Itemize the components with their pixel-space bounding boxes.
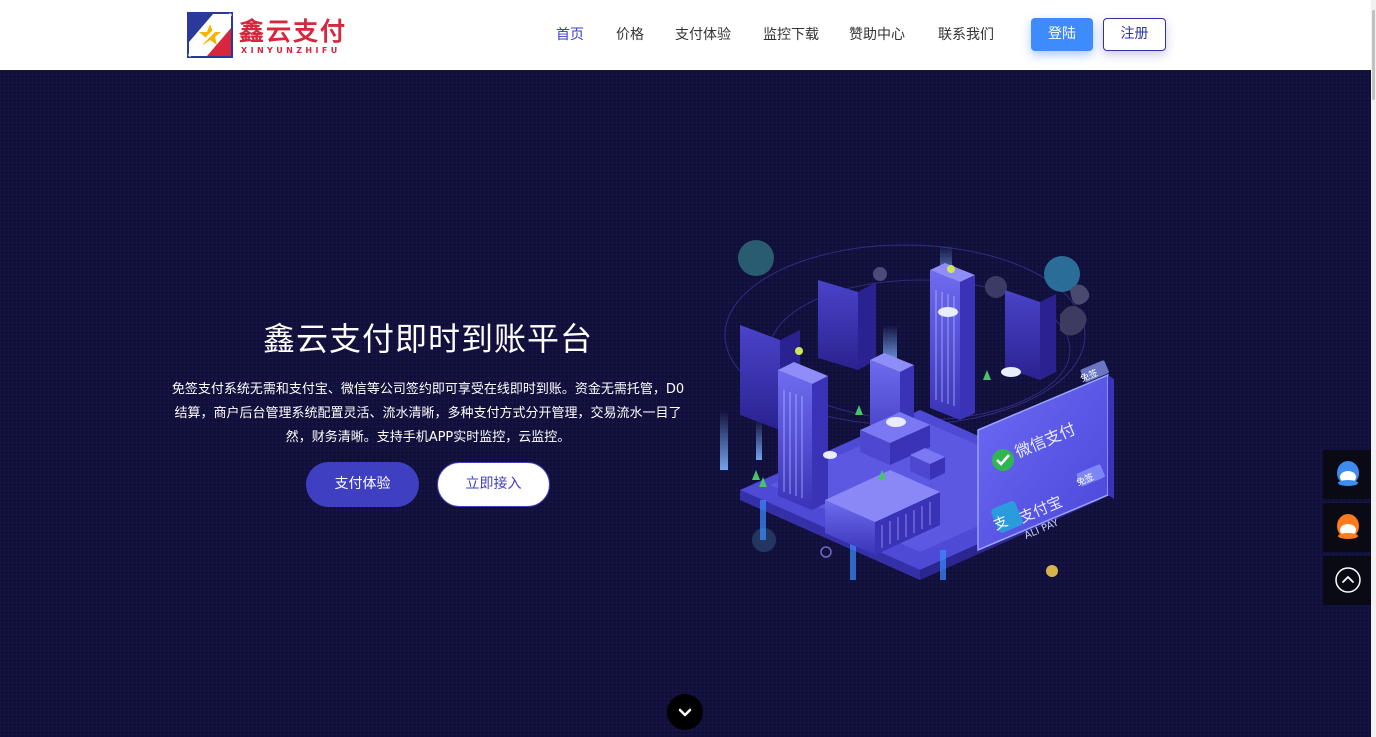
nav-monitor-download[interactable]: 监控下载 (763, 0, 819, 70)
payment-demo-button[interactable]: 支付体验 (306, 462, 419, 507)
logo-text-cn: 鑫云支付 (239, 17, 348, 46)
decor-coin (1046, 565, 1058, 577)
nav-home[interactable]: 首页 (556, 0, 584, 70)
qq-icon (1337, 514, 1359, 539)
chevron-down-icon (678, 708, 692, 717)
qq-contact-button-1[interactable] (1323, 450, 1373, 499)
register-button[interactable]: 注册 (1103, 18, 1166, 51)
nav-payment-demo[interactable]: 支付体验 (675, 0, 731, 70)
logo-mark-icon (187, 12, 233, 58)
back-to-top-icon (1335, 567, 1361, 593)
site-logo[interactable]: 鑫云支付 XINYUNZHIFU (187, 10, 357, 60)
hero-title: 鑫云支付即时到账平台 (262, 320, 593, 358)
nav-price[interactable]: 价格 (616, 0, 644, 70)
logo-text-en: XINYUNZHIFU (241, 46, 341, 55)
hero-description: 免签支付系统无需和支付宝、微信等公司签约即可享受在线即时到账。资金无需托管，D0… (171, 382, 685, 445)
qq-icon (1337, 461, 1359, 486)
join-now-button[interactable]: 立即接入 (437, 462, 550, 507)
scroll-down-button[interactable] (667, 694, 703, 730)
qq-contact-button-2[interactable] (1323, 503, 1373, 552)
decor-circle-teal (738, 240, 774, 276)
isometric-city-illustration: 微信支付 免签 支 支付宝 ALI PAY 免签 (720, 240, 1114, 580)
nav-sponsor[interactable]: 赞助中心 (849, 0, 905, 70)
back-to-top-button[interactable] (1323, 556, 1373, 605)
nav-contact[interactable]: 联系我们 (938, 0, 994, 70)
login-button[interactable]: 登陆 (1031, 18, 1093, 51)
page-scrollbar-thumb[interactable] (1372, 10, 1375, 100)
site-header: 鑫云支付 XINYUNZHIFU 首页 价格 支付体验 监控下载 赞助中心 联系… (0, 0, 1371, 70)
page-scrollbar[interactable] (1371, 0, 1376, 737)
hero-section: 鑫云支付即时到账平台 免签支付系统无需和支付宝、微信等公司签约即可享受在线即时到… (0, 70, 1371, 737)
